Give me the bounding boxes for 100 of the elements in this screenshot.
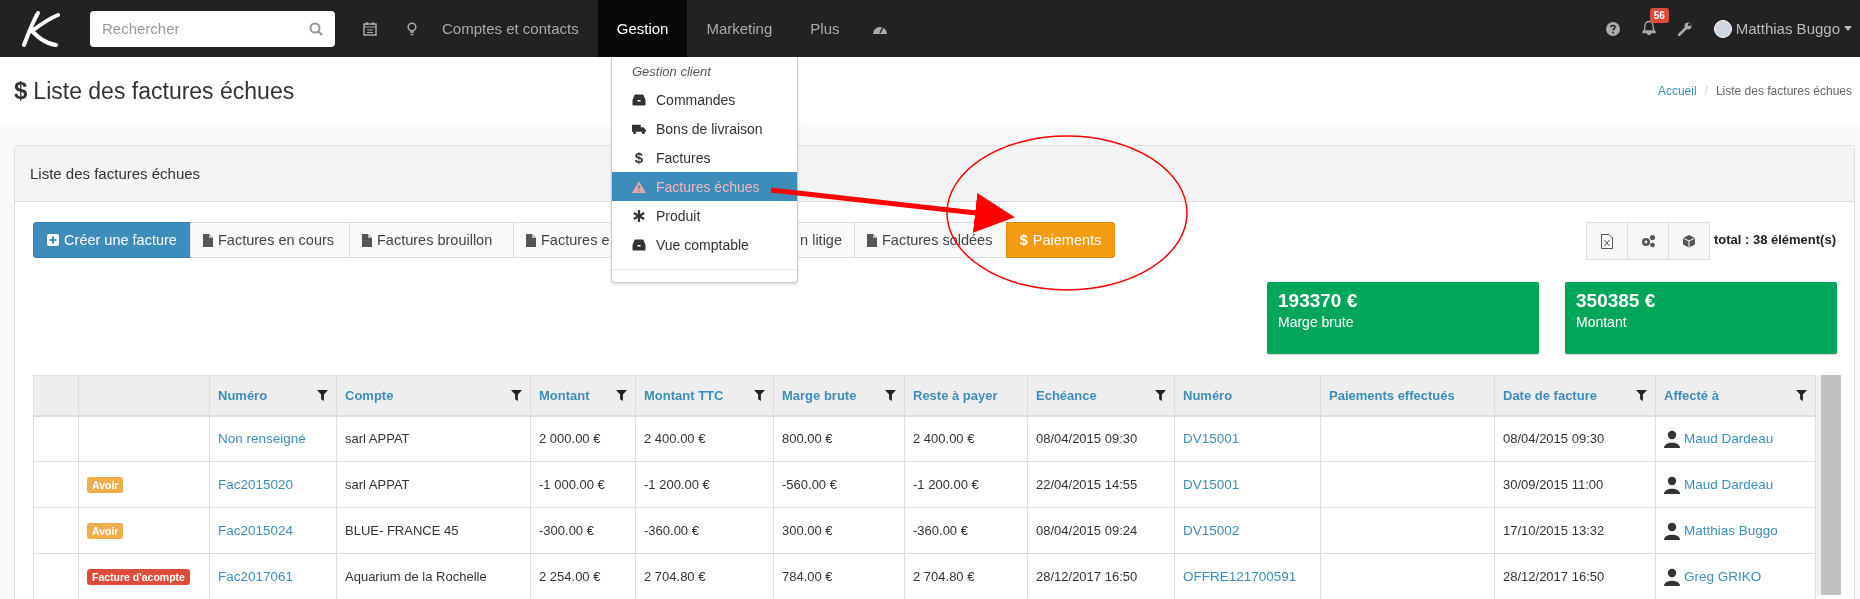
assignee-link[interactable]: Matthias Buggo	[1684, 523, 1778, 538]
stat-label: Marge brute	[1278, 314, 1355, 330]
filter-icon[interactable]	[885, 389, 896, 401]
caret-icon[interactable]	[1844, 26, 1852, 31]
column-header[interactable]: Montant TTC	[635, 375, 774, 416]
search-icon[interactable]	[309, 21, 323, 36]
table-cell: -1 200.00 €	[904, 461, 1028, 508]
filter-icon[interactable]	[317, 389, 328, 401]
scrollbar[interactable]	[1816, 375, 1841, 595]
breadcrumb-separator: /	[1704, 84, 1708, 98]
inbox-icon	[632, 93, 646, 106]
create-invoice-button[interactable]: Créer une facture	[33, 222, 191, 258]
dropdown-item[interactable]: Commandes	[612, 85, 797, 114]
menu-section-header: Gestion client	[631, 63, 713, 81]
nav-menu-item[interactable]: Marketing	[687, 0, 792, 57]
person-icon	[1664, 567, 1680, 586]
table-cell: 22/04/2015 14:55	[1027, 461, 1175, 508]
user-menu[interactable]: Matthias Buggo	[1713, 19, 1852, 38]
table-cell: -360.00 €	[904, 507, 1028, 554]
file-icon	[867, 233, 877, 247]
assignee-link[interactable]: Maud Dardeau	[1684, 477, 1774, 492]
excel-file-icon	[1600, 233, 1613, 249]
stat-value: 193370 €	[1278, 290, 1359, 312]
gears-icon	[1639, 234, 1656, 248]
stat-label: Montant	[1576, 314, 1628, 330]
column-header[interactable]: Numéro	[209, 375, 337, 416]
table-cell-link[interactable]: DV15002	[1174, 507, 1321, 554]
file-icon	[203, 233, 213, 247]
filter-icon[interactable]	[511, 389, 522, 401]
table-cell: 08/04/2015 09:30	[1494, 415, 1656, 462]
filter-icon[interactable]	[754, 389, 765, 401]
breadcrumb-link[interactable]: Accueil	[1657, 84, 1697, 98]
table-cell-link[interactable]: DV15001	[1174, 461, 1321, 508]
filter-icon[interactable]	[1636, 389, 1647, 401]
table-cell-link[interactable]: Fac2015020	[209, 461, 337, 508]
help-icon[interactable]	[1605, 21, 1620, 36]
table-cell: BLUE- FRANCE 45	[336, 507, 531, 554]
excel-export-button[interactable]	[1585, 222, 1628, 260]
table-cell-link[interactable]: Fac2015024	[209, 507, 337, 554]
table-cell: -360.00 €	[635, 507, 774, 554]
column-header[interactable]: Affecté à	[1655, 375, 1816, 416]
filter-icon[interactable]	[1796, 389, 1807, 401]
inbox-icon	[632, 238, 646, 251]
breadcrumb-current: Liste des factures échues	[1715, 84, 1852, 98]
nav-menu-item[interactable]: Gestion	[597, 0, 688, 57]
file-icon	[526, 233, 536, 247]
notification-badge: 56	[1649, 7, 1669, 23]
panel-title: Liste des factures échues	[30, 165, 201, 182]
column-header[interactable]: Paiements effectués	[1320, 375, 1495, 416]
filter-tab[interactable]: Factures brouillon	[349, 222, 514, 258]
column-header[interactable]: Compte	[336, 375, 531, 416]
column-header[interactable]: Numéro	[1174, 375, 1321, 416]
wrench-icon[interactable]	[1677, 21, 1692, 36]
column-header[interactable]: Date de facture	[1494, 375, 1656, 416]
dropdown-item[interactable]: $ Factures	[612, 143, 797, 172]
table-cell: 300.00 €	[773, 507, 905, 554]
filter-icon[interactable]	[1155, 389, 1166, 401]
payments-button[interactable]: $ Paiements	[1006, 222, 1115, 258]
table-cell-link[interactable]: DV15001	[1174, 415, 1321, 462]
column-header[interactable]: Montant	[530, 375, 636, 416]
table-cell: -1 200.00 €	[635, 461, 774, 508]
filter-tab[interactable]: Factures en cours	[190, 222, 350, 258]
column-header[interactable]: Reste à payer	[904, 375, 1028, 416]
table-cell: -560.00 €	[773, 461, 905, 508]
search-field[interactable]: Rechercher	[90, 10, 335, 47]
file-icon	[362, 233, 372, 247]
table-cell: sarl APPAT	[336, 415, 531, 462]
table-cell: sarl APPAT	[336, 461, 531, 508]
person-icon	[1664, 521, 1680, 540]
invoice-type-label: Avoir	[87, 523, 124, 539]
dollar-icon: $	[632, 149, 646, 166]
plus-icon	[47, 234, 60, 246]
asterisk-icon	[632, 209, 646, 222]
cube-icon	[1681, 234, 1696, 248]
table-cell: 08/04/2015 09:30	[1027, 415, 1175, 462]
person-icon	[1664, 429, 1680, 448]
column-header[interactable]: Marge brute	[773, 375, 905, 416]
assignee-link[interactable]: Maud Dardeau	[1684, 431, 1774, 447]
lightbulb-icon[interactable]	[407, 21, 417, 36]
column-header[interactable]: Echéance	[1027, 375, 1175, 416]
table-cell: -1 000.00 €	[530, 461, 636, 508]
cube-button[interactable]	[1667, 222, 1710, 260]
dropdown-item[interactable]: Factures échues	[612, 172, 797, 201]
user-name[interactable]: Matthias Buggo	[1735, 20, 1840, 37]
invoice-type-label: Facture d'acompte	[87, 569, 190, 585]
dollar-icon: $	[14, 77, 28, 105]
nav-menu-item[interactable]: Comptes et contacts	[423, 0, 598, 57]
warning-icon	[632, 180, 646, 193]
table-cell-link[interactable]: Non renseigné	[209, 415, 337, 462]
table-cell: 17/10/2015 13:32	[1494, 507, 1656, 554]
bell-icon[interactable]	[1641, 19, 1656, 35]
settings-button[interactable]	[1626, 222, 1669, 260]
dropdown-item[interactable]: Bons de livraison	[612, 114, 797, 143]
filter-icon[interactable]	[616, 389, 627, 401]
avatar-icon	[1713, 19, 1732, 38]
assignee-link[interactable]: Greg GRIKO	[1684, 569, 1762, 584]
calendar-icon[interactable]	[363, 21, 377, 36]
nav-menu-item[interactable]: Plus	[791, 0, 859, 57]
page-title: Liste des factures échues	[33, 77, 295, 105]
table-cell: 30/09/2015 11:00	[1494, 461, 1656, 508]
